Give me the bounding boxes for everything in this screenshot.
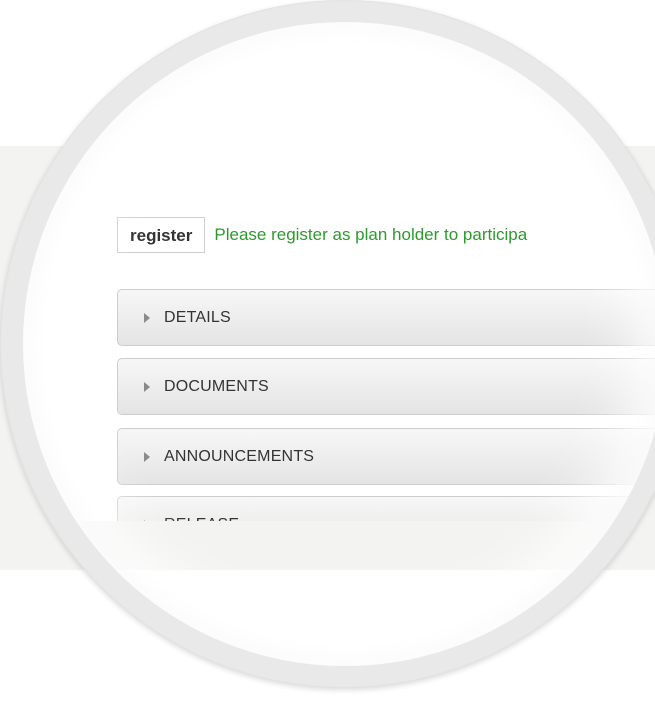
caret-right-icon [144, 381, 150, 392]
content-clip [23, 521, 655, 666]
register-row: register Please register as plan holder … [117, 216, 527, 254]
caret-right-icon [144, 451, 150, 462]
register-button[interactable]: register [117, 217, 206, 253]
accordion-announcements[interactable]: ANNOUNCEMENTS [117, 428, 655, 485]
accordion-label: DOCUMENTS [164, 377, 269, 395]
caret-right-icon [144, 312, 150, 323]
register-message: Please register as plan holder to partic… [214, 225, 528, 244]
magnified-content: register Please register as plan holder … [23, 22, 655, 666]
accordion-details[interactable]: DETAILS [117, 289, 655, 346]
accordion-label: DETAILS [164, 308, 231, 326]
accordion-label: ANNOUNCEMENTS [164, 447, 315, 465]
magnifier-stage: register Please register as plan holder … [0, 0, 655, 701]
clip-backdrop-band [23, 521, 655, 570]
magnifier-lens: register Please register as plan holder … [23, 22, 655, 666]
magnifier-ring: register Please register as plan holder … [0, 0, 655, 688]
accordion-documents[interactable]: DOCUMENTS [117, 358, 655, 415]
